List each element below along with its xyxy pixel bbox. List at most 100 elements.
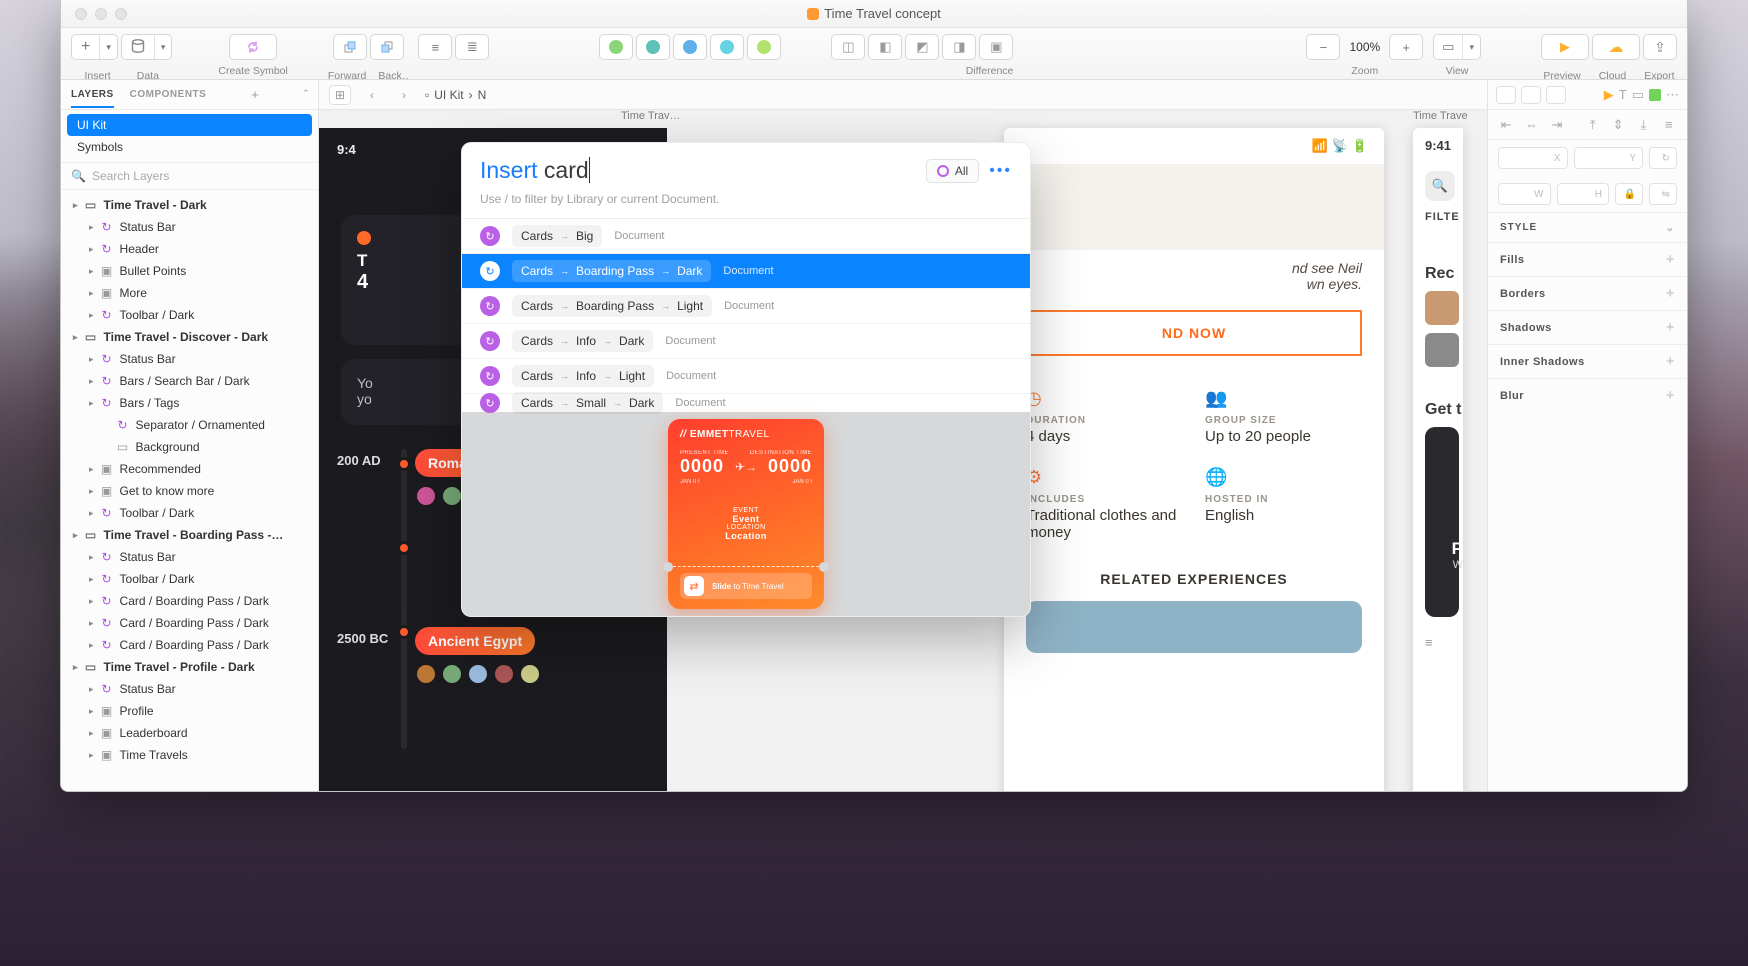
angle-field[interactable]: ↻ (1649, 147, 1677, 169)
layer-row[interactable]: ▸▣Leaderboard (61, 722, 318, 744)
layer-row[interactable]: ▸↻Status Bar (61, 348, 318, 370)
layer-row[interactable]: ▸▣Time Travels (61, 744, 318, 766)
layer-row[interactable]: ▸▣Bullet Points (61, 260, 318, 282)
popover-options-button[interactable]: ••• (989, 162, 1012, 180)
layer-row[interactable]: ▸▭Time Travel - Dark (61, 194, 318, 216)
layer-row[interactable]: ▸▭Time Travel - Boarding Pass -… (61, 524, 318, 546)
layer-row[interactable]: ▸↻Status Bar (61, 216, 318, 238)
boolean-flatten-button[interactable] (747, 34, 781, 60)
grid-toggle-button[interactable]: ⊞ (329, 85, 351, 105)
layer-row[interactable]: ▸↻Header (61, 238, 318, 260)
layer-row[interactable]: ▸↻Status Bar (61, 678, 318, 700)
more-icon[interactable]: ⋯ (1666, 87, 1679, 103)
related-thumb[interactable] (1026, 601, 1362, 653)
flip-field[interactable]: ⇋ (1649, 183, 1677, 205)
distribute-button[interactable]: ≡ (1659, 115, 1679, 135)
crumb-uikit[interactable]: UI Kit (434, 88, 463, 102)
layer-row[interactable]: ▸▭Time Travel - Discover - Dark (61, 326, 318, 348)
insert-result-row[interactable]: ↻ Cards → Boarding Pass → Light Document (462, 289, 1030, 324)
insert-button[interactable]: +▾ (71, 34, 118, 60)
tab-layers[interactable]: LAYERS (71, 89, 114, 108)
timeline-item[interactable]: 2500 BC Ancient Egypt (337, 627, 649, 697)
align-left-button[interactable]: ⇤ (1496, 115, 1516, 135)
layer-row[interactable]: ▸▭Background (61, 436, 318, 458)
zoom-in-button[interactable]: + (1389, 34, 1423, 60)
insp-btn-3[interactable] (1546, 86, 1566, 104)
layer-row[interactable]: ▸↻Card / Boarding Pass / Dark (61, 590, 318, 612)
h-field[interactable]: H (1557, 183, 1610, 205)
add-shadow-button[interactable]: + (1666, 319, 1675, 336)
layer-row[interactable]: ▸↻Toolbar / Dark (61, 568, 318, 590)
search-circle-button[interactable]: 🔍 (1425, 171, 1455, 201)
filter-label[interactable]: FILTE (1425, 211, 1463, 223)
layer-row[interactable]: ▸↻Bars / Tags (61, 392, 318, 414)
layer-row[interactable]: ▸↻Card / Boarding Pass / Dark (61, 634, 318, 656)
reco-thumb-1[interactable] (1425, 291, 1459, 325)
boolean-intersect-button[interactable] (673, 34, 707, 60)
insert-result-row[interactable]: ↻ Cards → Big Document (462, 219, 1030, 254)
layer-row[interactable]: ▸↻Toolbar / Dark (61, 502, 318, 524)
page-symbols[interactable]: Symbols (67, 136, 312, 158)
align-right-button[interactable]: ⇥ (1547, 115, 1567, 135)
insert-result-row[interactable]: ↻ Cards → Info → Light Document (462, 359, 1030, 394)
slide-to-travel[interactable]: ⇄ Slide to Time Travel (680, 573, 812, 599)
y-field[interactable]: Y (1574, 147, 1644, 169)
shadows-heading[interactable]: Shadows (1500, 322, 1552, 334)
lock-field[interactable]: 🔒 (1615, 183, 1643, 205)
pathop-5-button[interactable]: ▣ (979, 34, 1013, 60)
big-card[interactable]: PW (1425, 427, 1459, 617)
add-innershadow-button[interactable]: + (1666, 353, 1675, 370)
layer-tree[interactable]: ▸▭Time Travel - Dark▸↻Status Bar▸↻Header… (61, 190, 318, 791)
add-fill-button[interactable]: + (1666, 251, 1675, 268)
boolean-subtract-button[interactable] (636, 34, 670, 60)
preview-button[interactable]: ▶ (1541, 34, 1589, 60)
insp-btn-2[interactable] (1521, 86, 1541, 104)
add-border-button[interactable]: + (1666, 285, 1675, 302)
align-button-2[interactable]: ≣ (455, 34, 489, 60)
fills-heading[interactable]: Fills (1500, 254, 1525, 266)
zoom-out-button[interactable]: − (1306, 34, 1340, 60)
book-now-button[interactable]: ND NOW (1026, 310, 1362, 356)
text-tool-icon[interactable]: T (1619, 87, 1627, 102)
innershadows-heading[interactable]: Inner Shadows (1500, 356, 1585, 368)
pathop-2-button[interactable]: ◧ (868, 34, 902, 60)
insp-btn-1[interactable] (1496, 86, 1516, 104)
layer-row[interactable]: ▸↻Toolbar / Dark (61, 304, 318, 326)
preview-icon[interactable]: ▶ (1604, 87, 1614, 103)
search-layers-input[interactable]: 🔍 Search Layers (61, 163, 318, 190)
artboard-discover[interactable]: 9:41 🔍 FILTE Rec Get t PW ≡ (1413, 128, 1463, 791)
boolean-diff-button[interactable] (710, 34, 744, 60)
boolean-union-button[interactable] (599, 34, 633, 60)
cloud-button[interactable]: ☁ (1592, 34, 1640, 60)
layer-row[interactable]: ▸▣Get to know more (61, 480, 318, 502)
artboard-label-left[interactable]: Time Trav… (621, 110, 681, 122)
layer-row[interactable]: ▸↻Separator / Ornamented (61, 414, 318, 436)
view-button[interactable]: ▭▾ (1433, 34, 1481, 60)
insert-result-row[interactable]: ↻ Cards → Boarding Pass → Dark Document (462, 254, 1030, 289)
data-button[interactable]: ▾ (121, 34, 173, 60)
add-blur-button[interactable]: + (1666, 387, 1675, 404)
align-hcenter-button[interactable]: ⇔ (1521, 115, 1541, 135)
align-vcenter-button[interactable]: ⇕ (1608, 115, 1628, 135)
pathop-1-button[interactable]: ◫ (831, 34, 865, 60)
backward-button[interactable] (370, 34, 404, 60)
forward-button[interactable] (333, 34, 367, 60)
page-uikit[interactable]: UI Kit (67, 114, 312, 136)
layer-row[interactable]: ▸▣More (61, 282, 318, 304)
insert-search-input[interactable]: Insert card (480, 157, 916, 184)
layer-row[interactable]: ▸▭Time Travel - Profile - Dark (61, 656, 318, 678)
add-page-button[interactable]: + (251, 87, 259, 102)
create-symbol-button[interactable] (229, 34, 277, 60)
borders-heading[interactable]: Borders (1500, 288, 1546, 300)
crumb-n[interactable]: N (478, 88, 487, 102)
export-button[interactable]: ⇪ (1643, 34, 1677, 60)
artboard-label-right[interactable]: Time Trave (1413, 110, 1468, 122)
align-bottom-button[interactable]: ⤓ (1633, 115, 1653, 135)
slide-handle-icon[interactable]: ⇄ (684, 576, 704, 596)
filter-all-button[interactable]: All (926, 159, 979, 183)
color-swatch-icon[interactable] (1649, 89, 1661, 101)
layer-row[interactable]: ▸▣Recommended (61, 458, 318, 480)
insert-result-row[interactable]: ↻ Cards → Info → Dark Document (462, 324, 1030, 359)
layer-row[interactable]: ▸↻Card / Boarding Pass / Dark (61, 612, 318, 634)
pathop-4-button[interactable]: ◨ (942, 34, 976, 60)
